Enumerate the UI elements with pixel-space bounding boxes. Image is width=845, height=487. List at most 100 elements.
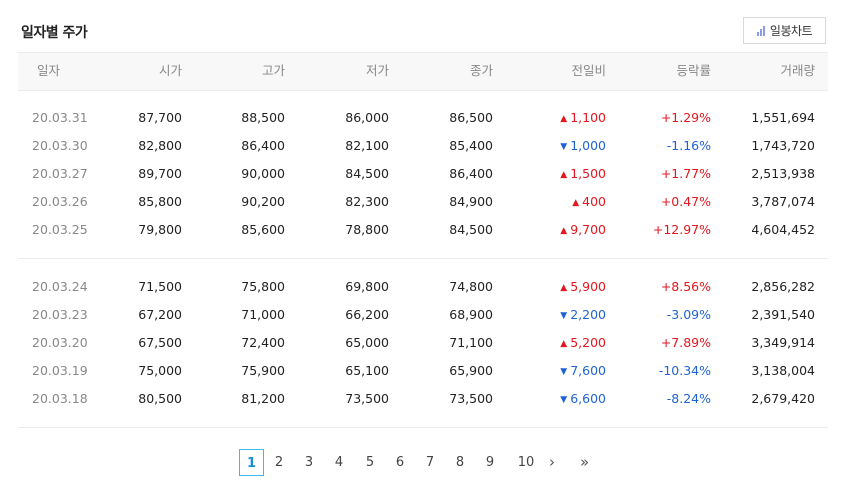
page-5[interactable]: 5 xyxy=(363,449,377,476)
cell-low: 66,200 xyxy=(345,307,389,322)
cell-open: 75,000 xyxy=(138,363,182,378)
cell-change: ▲ 5,900 xyxy=(560,273,606,301)
table-row: 20.03.23 67,200 71,000 66,200 68,900 ▼ 2,200 -3… xyxy=(18,301,828,329)
daily-chart-button[interactable]: 일봉차트 xyxy=(743,17,826,44)
cell-open: 67,200 xyxy=(138,307,182,322)
cell-change: ▼ 7,600 xyxy=(560,357,606,385)
change-value: 5,200 xyxy=(570,335,606,350)
cell-volume: 1,551,694 xyxy=(751,110,815,125)
page-2[interactable]: 2 xyxy=(272,449,286,476)
triangle-up-icon: ▲ xyxy=(560,170,568,180)
cell-low: 84,500 xyxy=(345,166,389,181)
page-3[interactable]: 3 xyxy=(302,449,316,476)
cell-rate: +1.77% xyxy=(660,166,711,181)
cell-volume: 2,856,282 xyxy=(751,279,815,294)
cell-close: 73,500 xyxy=(449,391,493,406)
cell-volume: 4,604,452 xyxy=(751,222,815,237)
triangle-down-icon: ▼ xyxy=(560,311,568,321)
triangle-down-icon: ▼ xyxy=(560,395,568,405)
table-row: 20.03.18 80,500 81,200 73,500 73,500 ▼ 6,600 -8… xyxy=(18,385,828,413)
triangle-up-icon: ▲ xyxy=(560,226,568,236)
cell-volume: 3,138,004 xyxy=(751,363,815,378)
header-volume: 거래량 xyxy=(780,63,815,78)
cell-rate: +8.56% xyxy=(660,279,711,294)
triangle-up-icon: ▲ xyxy=(572,198,580,208)
cell-volume: 1,743,720 xyxy=(751,138,815,153)
cell-date: 20.03.25 xyxy=(32,222,88,237)
cell-high: 75,900 xyxy=(241,363,285,378)
table-row: 20.03.30 82,800 86,400 82,100 85,400 ▼ 1,000 -1… xyxy=(18,132,828,160)
cell-low: 65,100 xyxy=(345,363,389,378)
cell-low: 82,100 xyxy=(345,138,389,153)
cell-open: 85,800 xyxy=(138,194,182,209)
table-row: 20.03.25 79,800 85,600 78,800 84,500 ▲ 9,700 +1… xyxy=(18,216,828,244)
cell-close: 85,400 xyxy=(449,138,493,153)
cell-close: 86,400 xyxy=(449,166,493,181)
table-row: 20.03.19 75,000 75,900 65,100 65,900 ▼ 7,600 -1… xyxy=(18,357,828,385)
header-change: 전일비 xyxy=(571,63,606,78)
cell-change: ▼ 1,000 xyxy=(560,132,606,160)
cell-change: ▲ 1,100 xyxy=(560,104,606,132)
cell-date: 20.03.19 xyxy=(32,363,88,378)
cell-rate: +7.89% xyxy=(660,335,711,350)
triangle-down-icon: ▼ xyxy=(560,142,568,152)
table-bottom-divider xyxy=(18,427,828,428)
cell-volume: 2,513,938 xyxy=(751,166,815,181)
triangle-up-icon: ▲ xyxy=(560,339,568,349)
cell-low: 82,300 xyxy=(345,194,389,209)
cell-low: 86,000 xyxy=(345,110,389,125)
table-row: 20.03.20 67,500 72,400 65,000 71,100 ▲ 5,200 +7… xyxy=(18,329,828,357)
cell-close: 84,900 xyxy=(449,194,493,209)
cell-low: 65,000 xyxy=(345,335,389,350)
cell-high: 81,200 xyxy=(241,391,285,406)
change-value: 9,700 xyxy=(570,222,606,237)
group-divider xyxy=(18,258,828,259)
cell-low: 78,800 xyxy=(345,222,389,237)
triangle-up-icon: ▲ xyxy=(560,114,568,124)
cell-date: 20.03.27 xyxy=(32,166,88,181)
daily-chart-label: 일봉차트 xyxy=(769,24,813,38)
cell-open: 71,500 xyxy=(138,279,182,294)
page-4[interactable]: 4 xyxy=(332,449,346,476)
cell-change: ▼ 6,600 xyxy=(560,385,606,413)
page-8[interactable]: 8 xyxy=(453,449,467,476)
page-9[interactable]: 9 xyxy=(483,449,497,476)
change-value: 1,500 xyxy=(570,166,606,181)
cell-low: 69,800 xyxy=(345,279,389,294)
cell-close: 71,100 xyxy=(449,335,493,350)
table-row: 20.03.27 89,700 90,000 84,500 86,400 ▲ 1,500 +1… xyxy=(18,160,828,188)
double-chevron-right-icon[interactable]: » xyxy=(580,449,589,476)
cell-close: 84,500 xyxy=(449,222,493,237)
cell-close: 68,900 xyxy=(449,307,493,322)
table-row: 20.03.24 71,500 75,800 69,800 74,800 ▲ 5,900 +8… xyxy=(18,273,828,301)
page-7[interactable]: 7 xyxy=(423,449,437,476)
cell-change: ▲ 9,700 xyxy=(560,216,606,244)
cell-high: 86,400 xyxy=(241,138,285,153)
header-divider xyxy=(18,90,828,91)
cell-high: 85,600 xyxy=(241,222,285,237)
cell-high: 75,800 xyxy=(241,279,285,294)
cell-low: 73,500 xyxy=(345,391,389,406)
cell-volume: 2,679,420 xyxy=(751,391,815,406)
page-1[interactable]: 1 xyxy=(239,449,264,476)
cell-date: 20.03.24 xyxy=(32,279,88,294)
bar-chart-icon xyxy=(756,25,765,36)
page-10[interactable]: 10 xyxy=(515,449,537,476)
change-value: 7,600 xyxy=(570,363,606,378)
cell-rate: -1.16% xyxy=(666,138,711,153)
change-value: 5,900 xyxy=(570,279,606,294)
cell-rate: -10.34% xyxy=(658,363,711,378)
cell-volume: 3,349,914 xyxy=(751,335,815,350)
cell-close: 74,800 xyxy=(449,279,493,294)
chevron-right-icon[interactable]: › xyxy=(549,449,555,476)
table-row: 20.03.26 85,800 90,200 82,300 84,900 ▲ 400 +0.4… xyxy=(18,188,828,216)
change-value: 400 xyxy=(582,194,606,209)
cell-date: 20.03.30 xyxy=(32,138,88,153)
cell-date: 20.03.18 xyxy=(32,391,88,406)
header-open: 시가 xyxy=(158,63,182,78)
cell-volume: 2,391,540 xyxy=(751,307,815,322)
cell-change: ▲ 5,200 xyxy=(560,329,606,357)
page-6[interactable]: 6 xyxy=(393,449,407,476)
cell-rate: -8.24% xyxy=(666,391,711,406)
header-high: 고가 xyxy=(261,63,285,78)
